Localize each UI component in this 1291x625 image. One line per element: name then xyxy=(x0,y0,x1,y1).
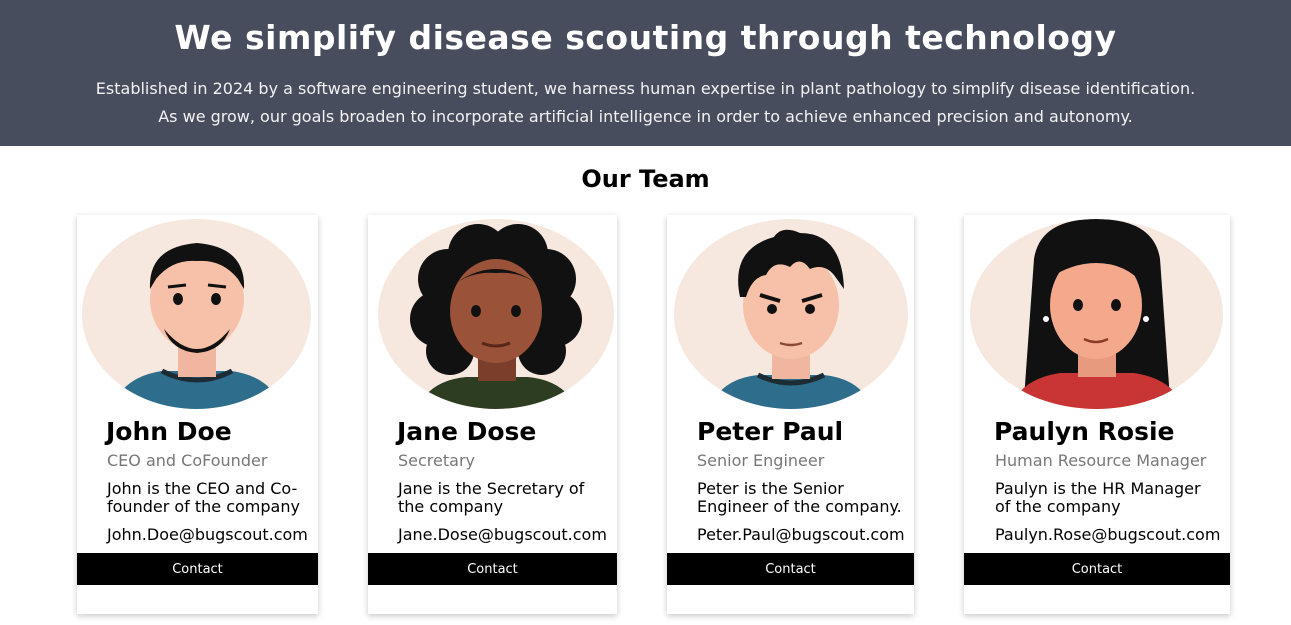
contact-button-paulyn-rosie[interactable]: Contact xyxy=(964,553,1230,585)
bio-line: Peter is the Senior xyxy=(697,479,844,498)
member-email-john-doe: John.Doe@bugscout.com xyxy=(107,525,308,544)
member-role-john-doe: CEO and CoFounder xyxy=(107,451,268,470)
team-section-title: Our Team xyxy=(581,165,710,193)
avatar-jane-dose xyxy=(378,219,614,409)
member-role-jane-dose: Secretary xyxy=(398,451,475,470)
avatar-peter-paul xyxy=(674,219,908,409)
avatar-paulyn-rosie xyxy=(970,219,1223,409)
contact-button-jane-dose[interactable]: Contact xyxy=(368,553,617,585)
member-name-peter-paul: Peter Paul xyxy=(697,417,844,446)
bio-line: the company xyxy=(398,497,504,516)
bio-line: founder of the company xyxy=(107,497,300,516)
team-card-peter-paul: Contact xyxy=(667,215,914,614)
member-email-jane-dose: Jane.Dose@bugscout.com xyxy=(398,525,607,544)
contact-button-john-doe[interactable]: Contact xyxy=(77,553,318,585)
avatar-john-doe xyxy=(82,219,311,409)
bio-line: Jane is the Secretary of xyxy=(398,479,585,498)
member-role-paulyn-rosie: Human Resource Manager xyxy=(995,451,1207,470)
member-bio-jane-dose: Jane is the Secretary of the company xyxy=(398,480,608,516)
member-bio-john-doe: John is the CEO and Co- founder of the c… xyxy=(107,480,312,516)
bio-line: Engineer of the company. xyxy=(697,497,902,516)
hero-description-line-2: As we grow, our goals broaden to incorpo… xyxy=(158,107,1133,126)
bio-line: Paulyn is the HR Manager xyxy=(995,479,1201,498)
team-card-paulyn-rosie: Contact xyxy=(964,215,1230,614)
member-bio-peter-paul: Peter is the Senior Engineer of the comp… xyxy=(697,480,909,516)
hero-banner: We simplify disease scouting through tec… xyxy=(0,0,1291,146)
contact-button-peter-paul[interactable]: Contact xyxy=(667,553,914,585)
member-email-peter-paul: Peter.Paul@bugscout.com xyxy=(697,525,905,544)
team-card-john-doe: Contact xyxy=(77,215,318,614)
bio-line: of the company xyxy=(995,497,1121,516)
hero-title: We simplify disease scouting through tec… xyxy=(174,18,1117,57)
member-name-jane-dose: Jane Dose xyxy=(397,417,537,446)
member-name-paulyn-rosie: Paulyn Rosie xyxy=(994,417,1175,446)
member-email-paulyn-rosie: Paulyn.Rose@bugscout.com xyxy=(995,525,1221,544)
member-name-john-doe: John Doe xyxy=(106,417,232,446)
member-role-peter-paul: Senior Engineer xyxy=(697,451,825,470)
team-card-jane-dose: Contact xyxy=(368,215,617,614)
member-bio-paulyn-rosie: Paulyn is the HR Manager of the company xyxy=(995,480,1223,516)
hero-description-line-1: Established in 2024 by a software engine… xyxy=(95,79,1196,98)
bio-line: John is the CEO and Co- xyxy=(107,479,298,498)
